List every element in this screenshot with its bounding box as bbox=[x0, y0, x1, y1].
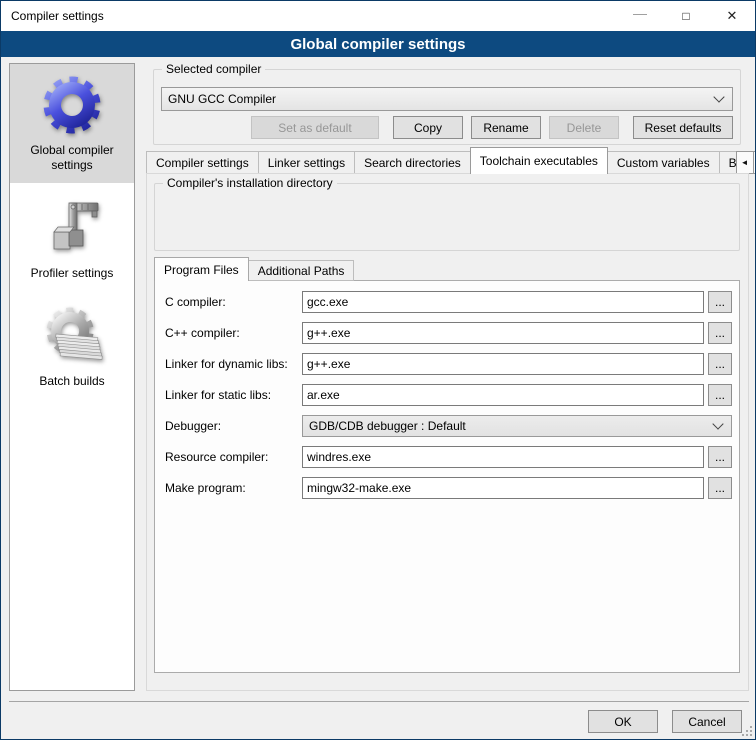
debugger-value: GDB/CDB debugger : Default bbox=[303, 419, 731, 433]
sidebar-item-profiler-settings[interactable]: Profiler settings bbox=[10, 187, 134, 291]
copy-button[interactable]: Copy bbox=[393, 116, 463, 139]
selected-compiler-group-label: Selected compiler bbox=[162, 62, 265, 76]
set-as-default-button[interactable]: Set as default bbox=[251, 116, 379, 139]
settings-tabs: Compiler settings Linker settings Search… bbox=[146, 147, 755, 174]
selected-compiler-value: GNU GCC Compiler bbox=[162, 92, 732, 106]
chevron-down-icon bbox=[715, 93, 723, 101]
blue-gear-icon bbox=[40, 73, 104, 137]
cpp-compiler-browse-button[interactable]: ... bbox=[708, 322, 732, 344]
installation-directory-group-label: Compiler's installation directory bbox=[163, 176, 337, 190]
c-compiler-input[interactable] bbox=[302, 291, 704, 313]
field-label: Linker for static libs: bbox=[165, 388, 271, 402]
tab-compiler-settings[interactable]: Compiler settings bbox=[146, 151, 259, 174]
resource-compiler-input[interactable] bbox=[302, 446, 704, 468]
resource-compiler-browse-button[interactable]: ... bbox=[708, 446, 732, 468]
field-label: Resource compiler: bbox=[165, 450, 268, 464]
field-row-linker-dynamic: Linker for dynamic libs: ... bbox=[155, 353, 739, 375]
make-program-browse-button[interactable]: ... bbox=[708, 477, 732, 499]
field-row-linker-static: Linker for static libs: ... bbox=[155, 384, 739, 406]
cancel-button[interactable]: Cancel bbox=[672, 710, 742, 733]
sidebar-item-batch-builds[interactable]: Batch builds bbox=[10, 295, 134, 399]
c-compiler-browse-button[interactable]: ... bbox=[708, 291, 732, 313]
resize-grip[interactable] bbox=[742, 726, 752, 736]
field-label: Make program: bbox=[165, 481, 246, 495]
tab-linker-settings[interactable]: Linker settings bbox=[258, 151, 355, 174]
linker-dynamic-input[interactable] bbox=[302, 353, 704, 375]
field-row-c-compiler: C compiler: ... bbox=[155, 291, 739, 313]
field-row-cpp-compiler: C++ compiler: ... bbox=[155, 322, 739, 344]
tab-scroll-left-button[interactable]: ◄ bbox=[736, 151, 754, 174]
program-files-panel: C compiler: ... C++ compiler: ... Linker… bbox=[154, 280, 740, 673]
linker-static-input[interactable] bbox=[302, 384, 704, 406]
field-label: Linker for dynamic libs: bbox=[165, 357, 288, 371]
footer-separator bbox=[9, 701, 749, 702]
ok-button[interactable]: OK bbox=[588, 710, 658, 733]
linker-static-browse-button[interactable]: ... bbox=[708, 384, 732, 406]
close-icon: ✕ bbox=[727, 8, 738, 24]
caliper-icon bbox=[40, 196, 104, 260]
program-files-tabs: Program Files Additional Paths bbox=[154, 257, 353, 281]
close-button[interactable]: ✕ bbox=[709, 1, 755, 31]
field-label: C++ compiler: bbox=[165, 326, 240, 340]
settings-category-list: Global compiler settings bbox=[9, 63, 135, 691]
subtab-program-files[interactable]: Program Files bbox=[154, 257, 249, 281]
minimize-icon: — bbox=[633, 5, 647, 21]
field-row-make-program: Make program: ... bbox=[155, 477, 739, 499]
arrow-left-icon: ◄ bbox=[741, 158, 749, 167]
field-row-resource-compiler: Resource compiler: ... bbox=[155, 446, 739, 468]
delete-button[interactable]: Delete bbox=[549, 116, 619, 139]
make-program-input[interactable] bbox=[302, 477, 704, 499]
header-band: Global compiler settings bbox=[1, 31, 755, 57]
tab-search-directories[interactable]: Search directories bbox=[354, 151, 471, 174]
field-label: Debugger: bbox=[165, 419, 221, 433]
field-row-debugger: Debugger: GDB/CDB debugger : Default bbox=[155, 415, 739, 437]
rename-button[interactable]: Rename bbox=[471, 116, 541, 139]
selected-compiler-dropdown[interactable]: GNU GCC Compiler bbox=[161, 87, 733, 111]
linker-dynamic-browse-button[interactable]: ... bbox=[708, 353, 732, 375]
maximize-icon: □ bbox=[682, 9, 689, 23]
sidebar-item-label: Profiler settings bbox=[18, 266, 126, 281]
chevron-down-icon bbox=[714, 420, 722, 428]
page-title: Global compiler settings bbox=[290, 36, 465, 53]
compiler-settings-dialog: Compiler settings — □ ✕ Global compiler … bbox=[0, 0, 756, 740]
reset-defaults-button[interactable]: Reset defaults bbox=[633, 116, 733, 139]
cpp-compiler-input[interactable] bbox=[302, 322, 704, 344]
field-label: C compiler: bbox=[165, 295, 226, 309]
maximize-button[interactable]: □ bbox=[663, 1, 709, 31]
tab-toolchain-executables[interactable]: Toolchain executables bbox=[470, 147, 608, 174]
sidebar-item-label: Batch builds bbox=[18, 374, 126, 389]
window-title: Compiler settings bbox=[1, 9, 617, 23]
gray-gear-stack-icon bbox=[40, 304, 104, 368]
sidebar-item-global-compiler-settings[interactable]: Global compiler settings bbox=[10, 64, 134, 183]
debugger-dropdown[interactable]: GDB/CDB debugger : Default bbox=[302, 415, 732, 437]
sidebar-item-label: Global compiler settings bbox=[18, 143, 126, 173]
tab-custom-variables[interactable]: Custom variables bbox=[607, 151, 720, 174]
subtab-additional-paths[interactable]: Additional Paths bbox=[248, 260, 355, 281]
minimize-button[interactable]: — bbox=[617, 1, 663, 31]
compiler-actions: Set as default Copy Rename Delete Reset … bbox=[161, 116, 733, 139]
tab-scroll-right-button[interactable]: ► bbox=[753, 151, 756, 174]
title-bar[interactable]: Compiler settings — □ ✕ bbox=[1, 1, 755, 31]
installation-directory-group: Compiler's installation directory bbox=[154, 183, 740, 251]
